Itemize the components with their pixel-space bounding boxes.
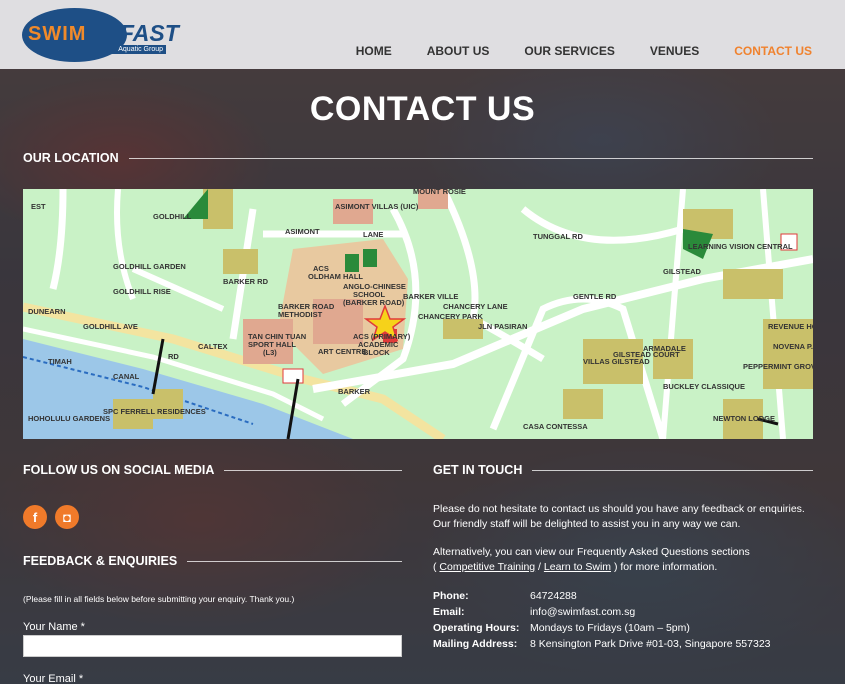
- nav-home[interactable]: HOME: [356, 44, 392, 58]
- nav-contact-us[interactable]: CONTACT US: [734, 44, 812, 58]
- svg-text:GOLDHILL: GOLDHILL: [153, 212, 192, 221]
- phone-value: 64724288: [530, 590, 577, 602]
- faq-separator: /: [535, 561, 544, 573]
- page-title: CONTACT US: [309, 90, 536, 128]
- address-key: Mailing Address:: [433, 638, 518, 650]
- address-row: Mailing Address: 8 Kensington Park Drive…: [433, 636, 771, 652]
- svg-text:TIMAH: TIMAH: [48, 357, 72, 366]
- logo-swim-text: SWIM: [28, 23, 87, 45]
- our-location-heading: OUR LOCATION: [23, 151, 813, 165]
- svg-text:RD: RD: [168, 352, 179, 361]
- address-value: 8 Kensington Park Drive #01-03, Singapor…: [530, 638, 771, 650]
- nav-about-us[interactable]: ABOUT US: [427, 44, 490, 58]
- svg-text:ASIMONT: ASIMONT: [285, 227, 320, 236]
- feedback-heading: FEEDBACK & ENQUIRIES: [23, 554, 402, 568]
- svg-text:CALTEX: CALTEX: [198, 342, 227, 351]
- svg-text:MOUNT ROSIE: MOUNT ROSIE: [413, 189, 466, 196]
- hours-key: Operating Hours:: [433, 622, 520, 634]
- svg-text:JLN PASIRAN: JLN PASIRAN: [478, 322, 527, 331]
- svg-text:REVENUE HOUSE: REVENUE HOUSE: [768, 322, 813, 331]
- faq-line-1: Alternatively, you can view our Frequent…: [433, 546, 750, 558]
- svg-text:BLOCK: BLOCK: [363, 348, 390, 357]
- svg-text:LANE: LANE: [363, 230, 383, 239]
- name-label: Your Name *: [23, 621, 85, 633]
- faq-close: ) for more information.: [611, 561, 718, 573]
- email-label: Your Email *: [23, 673, 84, 684]
- svg-text:GOLDHILL RISE: GOLDHILL RISE: [113, 287, 171, 296]
- svg-text:NEWTON LODGE: NEWTON LODGE: [713, 414, 775, 423]
- social-icons: f ◘: [23, 505, 79, 529]
- svg-text:DUNEARN: DUNEARN: [28, 307, 66, 316]
- our-location-heading-text: OUR LOCATION: [23, 151, 119, 165]
- svg-text:CHANCERY PARK: CHANCERY PARK: [418, 312, 483, 321]
- svg-text:HOHOLULU GARDENS: HOHOLULU GARDENS: [28, 414, 110, 423]
- svg-text:GOLDHILL AVE: GOLDHILL AVE: [83, 322, 138, 331]
- svg-text:EST: EST: [31, 202, 46, 211]
- svg-text:BUCKLEY CLASSIQUE: BUCKLEY CLASSIQUE: [663, 382, 745, 391]
- heading-divider: [224, 469, 402, 471]
- svg-text:GENTLE RD: GENTLE RD: [573, 292, 617, 301]
- svg-text:NOVENA P.O.: NOVENA P.O.: [773, 342, 813, 351]
- facebook-icon[interactable]: f: [23, 505, 47, 529]
- svg-text:BARKER VILLE: BARKER VILLE: [403, 292, 458, 301]
- feedback-heading-text: FEEDBACK & ENQUIRIES: [23, 554, 178, 568]
- faq-line-2: ( Competitive Training / Learn to Swim )…: [433, 560, 750, 575]
- svg-text:CANAL: CANAL: [113, 372, 140, 381]
- svg-text:CASA CONTESSA: CASA CONTESSA: [523, 422, 588, 431]
- svg-text:BARKER: BARKER: [338, 387, 371, 396]
- nav-venues[interactable]: VENUES: [650, 44, 699, 58]
- hours-row: Operating Hours: Mondays to Fridays (10a…: [433, 620, 771, 636]
- svg-text:TUNGGAL RD: TUNGGAL RD: [533, 232, 583, 241]
- name-input[interactable]: [23, 635, 402, 657]
- swimfast-logo[interactable]: SWIM FAST Aquatic Group: [22, 8, 179, 63]
- instagram-icon[interactable]: ◘: [55, 505, 79, 529]
- svg-text:(BARKER ROAD): (BARKER ROAD): [343, 298, 405, 307]
- svg-text:LEARNING VISION CENTRAL: LEARNING VISION CENTRAL: [688, 242, 793, 251]
- heading-divider: [128, 157, 813, 159]
- svg-text:(L3): (L3): [263, 348, 277, 357]
- email-value[interactable]: info@swimfast.com.sg: [530, 604, 635, 620]
- email-key: Email:: [433, 606, 465, 618]
- intro-line-2: Our friendly staff will be delighted to …: [433, 518, 741, 530]
- competitive-training-link[interactable]: Competitive Training: [439, 561, 535, 573]
- site-header: SWIM FAST Aquatic Group HOME ABOUT US OU…: [0, 0, 845, 69]
- email-row: Email: info@swimfast.com.sg: [433, 604, 771, 620]
- svg-text:ASIMONT VILLAS (UIC): ASIMONT VILLAS (UIC): [335, 202, 419, 211]
- svg-text:GILSTEAD: GILSTEAD: [663, 267, 702, 276]
- learn-to-swim-link[interactable]: Learn to Swim: [544, 561, 611, 573]
- logo-subtitle: Aquatic Group: [106, 45, 166, 54]
- svg-text:OLDHAM HALL: OLDHAM HALL: [308, 272, 363, 281]
- location-map[interactable]: EST GOLDHILL GOLDHILL GARDEN GOLDHILL RI…: [23, 189, 813, 439]
- svg-text:PEPPERMINT GROVE: PEPPERMINT GROVE: [743, 362, 813, 371]
- heading-divider: [187, 560, 402, 562]
- form-instructions: (Please fill in all fields below before …: [23, 594, 295, 604]
- svg-text:METHODIST: METHODIST: [278, 310, 323, 319]
- svg-text:GOLDHILL GARDEN: GOLDHILL GARDEN: [113, 262, 186, 271]
- heading-divider: [532, 469, 813, 471]
- social-heading: FOLLOW US ON SOCIAL MEDIA: [23, 463, 402, 477]
- faq-text: Alternatively, you can view our Frequent…: [433, 545, 750, 575]
- hours-value: Mondays to Fridays (10am – 5pm): [530, 622, 690, 634]
- phone-key: Phone:: [433, 590, 469, 602]
- logo-fast-text: FAST: [120, 20, 179, 46]
- get-in-touch-heading-text: GET IN TOUCH: [433, 463, 523, 477]
- svg-text:ARMADALE: ARMADALE: [643, 344, 686, 353]
- map-graphic: EST GOLDHILL GOLDHILL GARDEN GOLDHILL RI…: [23, 189, 813, 439]
- main-nav: HOME ABOUT US OUR SERVICES VENUES CONTAC…: [321, 44, 812, 58]
- svg-text:CHANCERY LANE: CHANCERY LANE: [443, 302, 508, 311]
- nav-our-services[interactable]: OUR SERVICES: [524, 44, 614, 58]
- svg-text:BARKER RD: BARKER RD: [223, 277, 269, 286]
- contact-intro: Please do not hesitate to contact us sho…: [433, 502, 805, 532]
- get-in-touch-heading: GET IN TOUCH: [433, 463, 813, 477]
- intro-line-1: Please do not hesitate to contact us sho…: [433, 503, 805, 515]
- phone-row: Phone: 64724288: [433, 588, 771, 604]
- social-heading-text: FOLLOW US ON SOCIAL MEDIA: [23, 463, 215, 477]
- contact-details: Phone: 64724288 Email: info@swimfast.com…: [433, 588, 771, 652]
- svg-text:SPC FERRELL RESIDENCES: SPC FERRELL RESIDENCES: [103, 407, 206, 416]
